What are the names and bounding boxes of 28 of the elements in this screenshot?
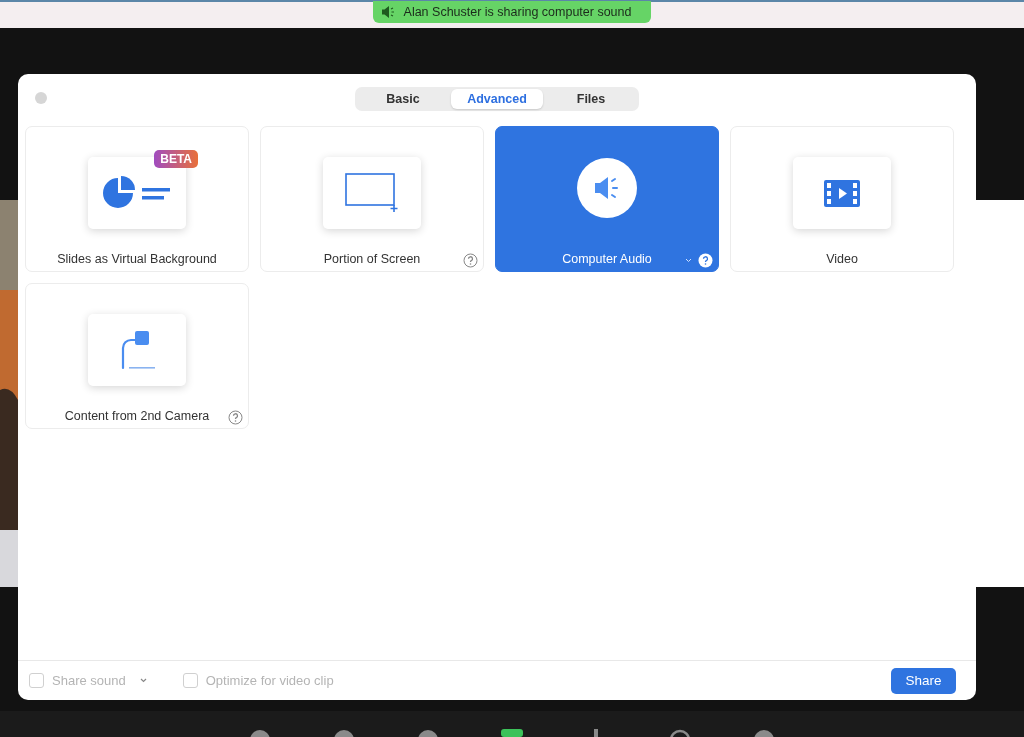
help-icon[interactable] <box>463 253 478 268</box>
tab[interactable]: Advanced <box>451 89 543 109</box>
share-option-tile[interactable]: Computer Audio <box>495 126 719 272</box>
share-option-tile[interactable]: Video <box>730 126 954 272</box>
share-screen-icon[interactable] <box>501 729 523 737</box>
beta-badge: BETA <box>154 150 198 168</box>
speaker-icon <box>593 175 621 201</box>
share-button[interactable]: Share <box>891 667 956 694</box>
share-option-tile[interactable]: Portion of Screen <box>260 126 484 272</box>
tile-label: Portion of Screen <box>323 252 421 266</box>
tile-label: Slides as Virtual Background <box>57 252 217 266</box>
tile-label: Computer Audio <box>562 252 652 266</box>
tile-label: Content from 2nd Camera <box>64 409 210 423</box>
tile-label: Video <box>826 252 858 266</box>
record-icon[interactable] <box>669 729 691 737</box>
share-option-tile[interactable]: BETA Slides as Virtual Background <box>25 126 249 272</box>
tab[interactable]: Basic <box>357 89 449 109</box>
pie-chart-icon <box>102 176 172 210</box>
share-option-tile[interactable]: Content from 2nd Camera <box>25 283 249 429</box>
tab[interactable]: Files <box>545 89 637 109</box>
banner-text: Alan Schuster is sharing computer sound <box>403 5 632 19</box>
document-camera-icon <box>119 330 155 370</box>
window-close-dot[interactable] <box>35 92 47 104</box>
help-icon[interactable] <box>698 253 713 268</box>
speaker-icon <box>380 6 395 18</box>
film-icon <box>824 179 860 207</box>
screen-region-icon <box>345 173 399 213</box>
help-icon[interactable] <box>228 410 243 425</box>
